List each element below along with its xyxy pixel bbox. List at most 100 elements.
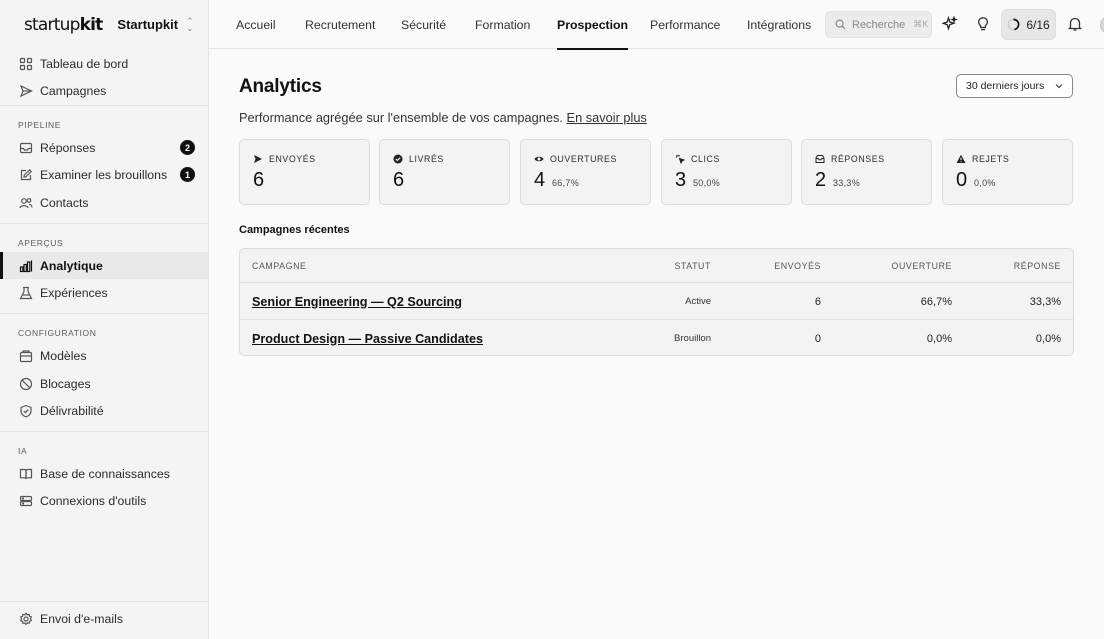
sidebar-item-email-sending[interactable]: Envoi d'e-mails — [0, 605, 208, 632]
flask-icon — [19, 286, 33, 300]
section-label-ai: IA — [18, 446, 28, 456]
tab-integrations[interactable]: Intégrations — [747, 0, 811, 49]
sidebar-item-knowledge-base[interactable]: Base de connaissances — [0, 460, 208, 487]
divider — [0, 223, 208, 224]
stat-card-sent: ENVOYÉS 6 — [239, 139, 370, 205]
sidebar-item-tool-connections[interactable]: Connexions d'outils — [0, 487, 208, 514]
section-label-pipeline: PIPELINE — [18, 120, 62, 130]
bar-chart-icon — [19, 259, 33, 273]
search-placeholder: Recherche — [852, 18, 906, 31]
column-header-campaign: CAMPAGNE — [252, 260, 307, 271]
gear-icon — [19, 611, 33, 626]
campaign-reply-rate: 0,0% — [1035, 332, 1061, 345]
inbox-icon — [19, 141, 33, 155]
workspace-name: Startupkit — [117, 17, 179, 32]
sidebar-item-campaigns[interactable]: Campagnes — [0, 77, 208, 104]
sidebar-item-experiments[interactable]: Expériences — [0, 279, 208, 306]
tab-accueil[interactable]: Accueil — [236, 0, 276, 49]
stat-value: 0 — [956, 169, 968, 191]
progress-ring-icon — [1007, 18, 1020, 31]
stat-card-replies: RÉPONSES 2 33,3% — [801, 139, 932, 205]
campaign-name-link[interactable]: Senior Engineering — Q2 Sourcing — [252, 283, 462, 320]
stat-label-text: OUVERTURES — [550, 154, 617, 164]
bell-icon[interactable] — [1065, 14, 1085, 34]
sidebar-item-blocks[interactable]: Blocages — [0, 370, 208, 397]
sidebar-item-analytics[interactable]: Analytique — [0, 252, 208, 279]
check-circle-icon — [393, 154, 403, 164]
sidebar-item-replies[interactable]: Réponses 2 — [0, 134, 208, 161]
sidebar-item-label: Modèles — [40, 348, 87, 363]
template-icon — [19, 349, 33, 363]
campaign-sent: 6 — [814, 295, 821, 308]
stat-label-text: RÉPONSES — [831, 154, 885, 164]
send-icon — [19, 84, 33, 98]
tab-formation[interactable]: Formation — [475, 0, 530, 49]
stat-label: ENVOYÉS — [253, 154, 316, 164]
campaign-status: Active — [685, 296, 711, 307]
onboarding-progress[interactable]: 6/16 — [1001, 9, 1056, 40]
sidebar-item-label: Contacts — [40, 195, 89, 210]
table-row[interactable]: Senior Engineering — Q2 Sourcing Active … — [240, 282, 1073, 320]
recent-campaigns-table: CAMPAGNE STATUT ENVOYÉS OUVERTURE RÉPONS… — [239, 248, 1074, 356]
count-badge: 2 — [180, 140, 195, 155]
chevron-down-icon — [1055, 84, 1063, 89]
stat-card-opens: OUVERTURES 4 66,7% — [520, 139, 651, 205]
send-arrow-icon — [253, 154, 263, 164]
sidebar-item-label: Analytique — [40, 258, 103, 273]
campaign-sent: 0 — [814, 332, 821, 345]
subtitle-text: Performance agrégée sur l'ensemble de vo… — [239, 110, 563, 125]
sidebar-item-contacts[interactable]: Contacts — [0, 189, 208, 216]
chevron-updown-icon: ⌃ ⌄ — [186, 15, 194, 33]
tab-performance[interactable]: Performance — [650, 0, 720, 49]
sidebar-item-review-drafts[interactable]: Examiner les brouillons 1 — [0, 161, 208, 188]
divider — [0, 431, 208, 432]
users-icon — [19, 196, 33, 210]
campaign-open-rate: 0,0% — [926, 332, 952, 345]
sidebar-item-label: Base de connaissances — [40, 466, 170, 481]
tab-recrutement[interactable]: Recrutement — [305, 0, 375, 49]
grid-icon — [19, 57, 33, 71]
table-row[interactable]: Product Design — Passive Candidates Brou… — [240, 319, 1073, 355]
column-header-status: STATUT — [674, 260, 711, 271]
campaign-open-rate: 66,7% — [920, 295, 952, 308]
stat-card-bounces: REJETS 0 0,0% — [942, 139, 1073, 205]
section-label-configuration: CONFIGURATION — [18, 328, 97, 338]
progress-label: 6/16 — [1026, 17, 1050, 32]
tab-securite[interactable]: Sécurité — [401, 0, 446, 49]
sidebar-item-label: Expériences — [40, 285, 108, 300]
ban-icon — [19, 377, 33, 391]
stat-label: OUVERTURES — [534, 154, 617, 164]
sidebar-item-label: Tableau de bord — [40, 56, 129, 71]
section-label-insights: APERÇUS — [18, 238, 64, 248]
warning-icon — [956, 154, 966, 164]
sparkle-icon[interactable] — [940, 14, 960, 34]
stat-card-delivered: LIVRÉS 6 — [379, 139, 510, 205]
sidebar-item-templates[interactable]: Modèles — [0, 342, 208, 369]
page-title: Analytics — [239, 76, 322, 97]
stat-percentage: 66,7% — [552, 178, 580, 188]
search-box[interactable]: Recherche ⌘K — [825, 11, 932, 38]
stat-value: 3 — [675, 169, 687, 191]
lightbulb-icon[interactable] — [973, 14, 993, 34]
stat-label-text: ENVOYÉS — [269, 154, 316, 164]
inbox-reply-icon — [815, 154, 825, 164]
stat-percentage: 33,3% — [833, 178, 861, 188]
sidebar-item-label: Envoi d'e-mails — [40, 611, 123, 626]
divider — [0, 105, 208, 106]
stat-label: LIVRÉS — [393, 154, 444, 164]
stat-percentage: 50,0% — [693, 178, 721, 188]
learn-more-link[interactable]: En savoir plus — [567, 110, 647, 125]
campaign-reply-rate: 33,3% — [1029, 295, 1061, 308]
tab-prospection[interactable]: Prospection — [557, 0, 629, 50]
stat-label-text: CLICS — [691, 154, 720, 164]
workspace-switcher[interactable]: startupkit Startupkit ⌃ ⌄ — [0, 0, 208, 49]
sidebar-item-dashboard[interactable]: Tableau de bord — [0, 50, 208, 77]
sidebar-item-deliverability[interactable]: Délivrabilité — [0, 397, 208, 424]
date-range-select[interactable]: 30 derniers jours — [956, 74, 1073, 98]
column-header-open: OUVERTURE — [891, 260, 952, 271]
sidebar-item-label: Blocages — [40, 376, 91, 391]
sidebar-item-label: Réponses — [40, 140, 96, 155]
campaign-name-link[interactable]: Product Design — Passive Candidates — [252, 320, 483, 355]
user-avatar[interactable] — [1100, 16, 1104, 34]
top-navigation: Accueil Recrutement Sécurité Formation P… — [209, 0, 1104, 50]
